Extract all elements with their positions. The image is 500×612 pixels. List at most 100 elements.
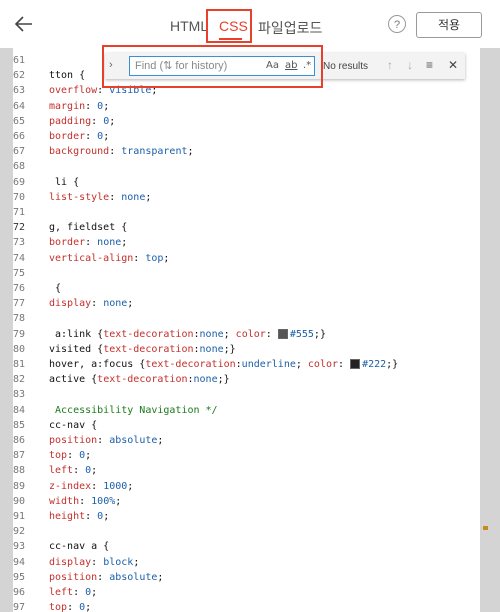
code-text: padding: 0; <box>49 115 116 127</box>
code-line[interactable]: 73 border: none; <box>13 235 480 250</box>
code-line[interactable]: 92 <box>13 524 480 539</box>
line-number: 76 <box>13 283 26 294</box>
line-number: 62 <box>13 70 26 82</box>
line-number: 67 <box>13 146 26 158</box>
code-line[interactable]: 74 vertical-align: top; <box>13 251 480 266</box>
top-bar: HTML CSS 파일업로드 ? 적용 <box>0 0 500 48</box>
line-number: 95 <box>13 571 26 583</box>
code-text: top: 0; <box>49 450 92 462</box>
code-line[interactable]: 87 top: 0; <box>13 448 480 463</box>
code-line[interactable]: 97 top: 0; <box>13 600 480 612</box>
code-editor[interactable]: 61 62 tton {63 overflow: visible; 64 margin: … <box>13 48 480 612</box>
code-text: a:link {text-decoration:none; color: #55… <box>49 328 326 340</box>
code-text: display: block; <box>49 556 140 568</box>
code-line[interactable]: 64 margin: 0; <box>13 99 480 114</box>
line-number: 71 <box>13 207 26 218</box>
code-line[interactable]: 85 cc-nav { <box>13 418 480 433</box>
arrow-down-icon[interactable]: ↓ <box>407 58 413 72</box>
line-number: 89 <box>13 480 26 492</box>
code-line[interactable]: 84 Accessibility Navigation */ <box>13 403 480 418</box>
code-line[interactable]: 79 a:link {text-decoration:none; color: … <box>13 327 480 342</box>
line-number: 75 <box>13 267 26 279</box>
code-text: position: absolute; <box>49 571 164 583</box>
code-line[interactable]: 82 active {text-decoration:none;} <box>13 372 480 387</box>
code-text: { <box>49 283 62 294</box>
scrollbar-marker <box>483 526 488 530</box>
line-number: 87 <box>13 450 26 462</box>
code-line[interactable]: 89 z-index: 1000; <box>13 479 480 494</box>
find-highlight-box <box>102 45 323 88</box>
line-number: 70 <box>13 191 26 203</box>
code-line[interactable]: 67 background: transparent; <box>13 144 480 159</box>
code-line[interactable]: 95 position: absolute; <box>13 570 480 585</box>
code-text: height: 0; <box>49 511 110 522</box>
code-line[interactable]: 66 border: 0; <box>13 129 480 144</box>
code-line[interactable]: 65 padding: 0; <box>13 114 480 129</box>
code-line[interactable]: 83 <box>13 387 480 402</box>
code-text: border: none; <box>49 237 128 249</box>
line-number: 61 <box>13 55 26 66</box>
code-line[interactable]: 71 <box>13 205 480 220</box>
css-tab-highlight-box <box>206 9 252 43</box>
code-line[interactable]: 88 left: 0; <box>13 463 480 478</box>
code-text: border: 0; <box>49 131 110 142</box>
code-line[interactable]: 75 <box>13 266 480 281</box>
code-line[interactable]: 72 g, fieldset { <box>13 220 480 235</box>
line-number: 66 <box>13 131 26 142</box>
code-line[interactable]: 96 left: 0; <box>13 585 480 600</box>
code-line[interactable]: 70 list-style: none; <box>13 190 480 205</box>
line-number: 94 <box>13 556 26 568</box>
line-number: 82 <box>13 374 26 386</box>
line-number: 63 <box>13 85 26 97</box>
line-number: 93 <box>13 541 26 553</box>
code-line[interactable]: 76 { <box>13 281 480 296</box>
color-swatch <box>350 359 361 369</box>
code-line[interactable]: 77 display: none; <box>13 296 480 311</box>
arrow-up-icon[interactable]: ↑ <box>387 58 393 72</box>
line-number: 72 <box>13 222 26 234</box>
code-text: Accessibility Navigation */ <box>49 404 218 416</box>
code-line[interactable]: 91 height: 0; <box>13 509 480 524</box>
line-number: 88 <box>13 465 26 477</box>
code-line[interactable]: 68 <box>13 159 480 174</box>
line-number: 77 <box>13 298 26 310</box>
code-text: cc-nav { <box>49 419 98 431</box>
code-text: g, fieldset { <box>49 222 128 234</box>
line-number: 92 <box>13 526 26 538</box>
code-line[interactable]: 93 cc-nav a { <box>13 539 480 554</box>
arrow-left-icon[interactable] <box>12 12 36 36</box>
code-text: tton { <box>49 70 86 82</box>
code-line[interactable]: 94 display: block; <box>13 555 480 570</box>
apply-button[interactable]: 적용 <box>416 12 482 38</box>
code-line[interactable]: 78 <box>13 311 480 326</box>
tab-file-upload[interactable]: 파일업로드 <box>258 18 322 38</box>
find-in-selection-icon[interactable]: ≡ <box>426 58 433 72</box>
code-text: position: absolute; <box>49 435 164 446</box>
code-line[interactable]: 69 li { <box>13 175 480 190</box>
line-number: 86 <box>13 435 26 446</box>
line-number: 73 <box>13 237 26 249</box>
help-button[interactable]: ? <box>388 15 406 33</box>
code-line[interactable]: 86 position: absolute; <box>13 433 480 448</box>
line-number: 64 <box>13 100 26 112</box>
code-line[interactable]: 80 visited {text-decoration:none;} <box>13 342 480 357</box>
line-number: 91 <box>13 511 26 522</box>
line-number: 84 <box>13 404 26 416</box>
code-line[interactable]: 81 hover, a:focus {text-decoration:underl… <box>13 357 480 372</box>
line-number: 97 <box>13 602 26 612</box>
line-number: 74 <box>13 252 26 264</box>
code-text: z-index: 1000; <box>49 480 134 492</box>
code-text: display: none; <box>49 298 134 310</box>
code-text: width: 100%; <box>49 495 122 507</box>
find-status: No results <box>323 61 369 72</box>
line-number: 65 <box>13 115 26 127</box>
code-text: left: 0; <box>49 465 98 477</box>
tab-html[interactable]: HTML <box>170 18 208 34</box>
line-number: 79 <box>13 328 26 340</box>
line-number: 81 <box>13 359 26 370</box>
close-icon[interactable]: ✕ <box>448 58 458 72</box>
code-line[interactable]: 90 width: 100%; <box>13 494 480 509</box>
code-text: cc-nav a { <box>49 541 110 553</box>
code-text: top: 0; <box>49 602 92 612</box>
line-number: 83 <box>13 389 26 401</box>
